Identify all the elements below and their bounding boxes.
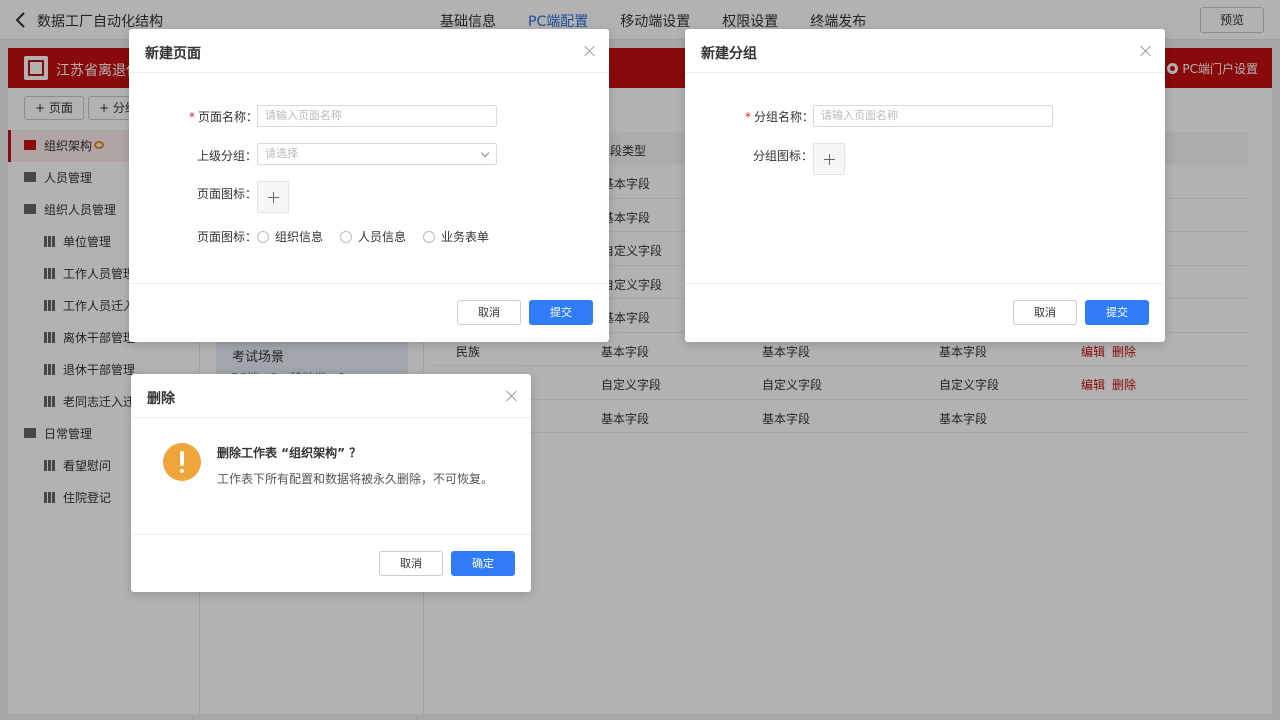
radio-label: 组织信息: [275, 230, 324, 244]
add-icon-button[interactable]: [257, 181, 289, 213]
delete-question: 删除工作表 “组织架构” ？: [217, 446, 362, 460]
divider: [131, 534, 531, 535]
page-type-label: 页面图标：: [197, 230, 258, 244]
delete-dialog: 删除 删除工作表 “组织架构” ？ 工作表下所有配置和数据将被永久删除，不可恢复…: [131, 374, 531, 592]
radio-label: 人员信息: [358, 230, 407, 244]
confirm-button[interactable]: 确定: [451, 551, 515, 576]
divider: [131, 417, 531, 418]
radio-label: 业务表单: [441, 230, 490, 244]
close-icon[interactable]: [1140, 45, 1151, 56]
cancel-button[interactable]: 取消: [457, 300, 521, 325]
radio-circle: [340, 230, 352, 243]
new-page-dialog: 新建页面 * 页面名称： 请输入页面名称 上级分组： 请选择 页面图标： 页面图标…: [129, 29, 609, 342]
page-name-label: * 页面名称：: [189, 110, 259, 124]
chevron-down-icon: [480, 148, 490, 158]
dialog-title: 新建分组: [701, 46, 757, 62]
close-icon[interactable]: [506, 390, 517, 401]
divider: [129, 72, 609, 73]
parent-group-select[interactable]: 请选择: [257, 143, 497, 165]
delete-detail: 工作表下所有配置和数据将被永久删除，不可恢复。: [217, 472, 494, 486]
cancel-button[interactable]: 取消: [379, 551, 443, 576]
group-name-input[interactable]: 请输入页面名称: [813, 105, 1053, 127]
select-placeholder: 请选择: [265, 147, 298, 160]
dialog-title: 删除: [147, 391, 175, 407]
warning-icon: [163, 443, 201, 481]
parent-group-label: 上级分组：: [197, 149, 258, 163]
radio-business-form[interactable]: 业务表单: [423, 228, 489, 245]
radio-circle: [257, 230, 269, 243]
group-icon-label: 分组图标：: [753, 149, 814, 163]
submit-button[interactable]: 提交: [1085, 300, 1149, 325]
add-icon-button[interactable]: [813, 143, 845, 175]
radio-circle: [423, 230, 435, 243]
radio-person-info[interactable]: 人员信息: [340, 228, 406, 245]
page-name-input[interactable]: 请输入页面名称: [257, 105, 497, 127]
group-name-label: * 分组名称：: [745, 110, 815, 124]
divider: [685, 72, 1165, 73]
new-group-dialog: 新建分组 * 分组名称： 请输入页面名称 分组图标： 取消 提交: [685, 29, 1165, 342]
submit-button[interactable]: 提交: [529, 300, 593, 325]
close-icon[interactable]: [584, 45, 595, 56]
cancel-button[interactable]: 取消: [1013, 300, 1077, 325]
divider: [685, 283, 1165, 284]
divider: [129, 283, 609, 284]
radio-org-info[interactable]: 组织信息: [257, 228, 323, 245]
page-icon-label: 页面图标：: [197, 187, 258, 201]
dialog-title: 新建页面: [145, 46, 201, 62]
